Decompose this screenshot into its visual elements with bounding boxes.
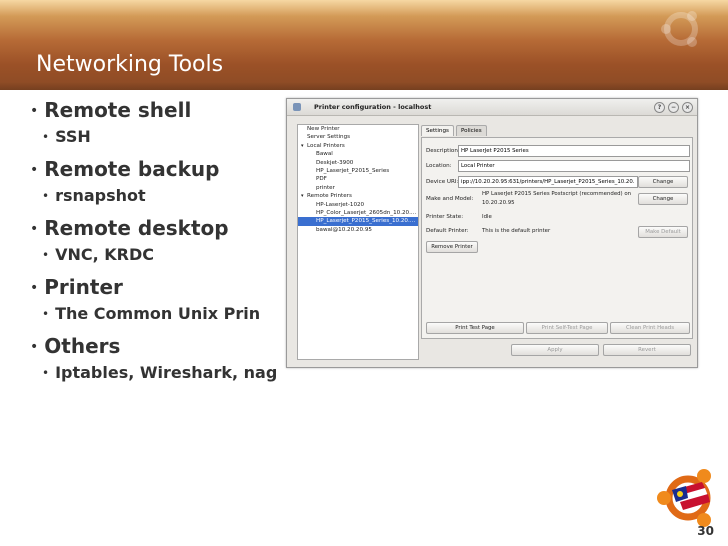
change-model-button[interactable]: Change <box>638 193 688 205</box>
sub-bullet-item: • VNC, KRDC <box>42 245 154 264</box>
revert-button[interactable]: Revert <box>603 344 691 356</box>
tree-item[interactable]: PDF <box>298 175 418 183</box>
device-uri-label: Device URI: <box>426 179 459 185</box>
change-uri-button[interactable]: Change <box>638 176 688 188</box>
device-uri-field[interactable]: ipp://10.20.20.95:631/printers/HP_Laserj… <box>458 176 638 188</box>
help-icon[interactable]: ? <box>654 102 665 113</box>
settings-pane: Description: HP LaserJet P2015 Series Lo… <box>421 137 693 339</box>
expand-arrow-icon[interactable]: ▾ <box>301 192 304 200</box>
clean-print-heads-button[interactable]: Clean Print Heads <box>610 322 690 334</box>
tab-policies[interactable]: Policies <box>455 125 487 136</box>
tree-item[interactable]: HP-Laserjet-1020 <box>298 201 418 209</box>
tree-item[interactable]: Deskjet-3900 <box>298 159 418 167</box>
tab-settings[interactable]: Settings <box>421 125 454 136</box>
tree-item[interactable]: New Printer <box>298 125 418 133</box>
description-label: Description: <box>426 148 460 154</box>
ubuntu-logo-icon <box>661 11 698 47</box>
slide-title: Networking Tools <box>36 52 224 77</box>
sub-bullet-item: • SSH <box>42 127 91 146</box>
bullet-item: • Others <box>30 334 121 358</box>
bullet-item: • Remote desktop <box>30 216 229 240</box>
window-icon <box>293 103 301 111</box>
bullet-list: • Remote shell • SSH • Remote backup • rsnap… <box>30 96 310 391</box>
malaysia-ubuntu-logo-icon <box>657 469 711 527</box>
minimize-icon[interactable]: − <box>668 102 679 113</box>
make-model-label: Make and Model: <box>426 196 474 202</box>
close-icon[interactable]: × <box>682 102 693 113</box>
remove-printer-button[interactable]: Remove Printer <box>426 241 478 253</box>
tree-item[interactable]: ▾ Local Printers <box>298 142 418 150</box>
slide-header: Networking Tools <box>0 0 728 90</box>
window-title: Printer configuration - localhost <box>314 103 432 111</box>
default-printer-label: Default Printer: <box>426 228 469 234</box>
print-test-page-button[interactable]: Print Test Page <box>426 322 524 334</box>
page-number: 30 <box>697 524 714 538</box>
bullet-item: • Remote shell <box>30 98 192 122</box>
print-self-test-button[interactable]: Print Self-Test Page <box>526 322 608 334</box>
printer-settings-panel: Settings Policies Description: HP LaserJ… <box>421 125 693 361</box>
bullet-item: • Printer <box>30 275 123 299</box>
sub-bullet-item: • Iptables, Wireshark, nag <box>42 363 278 382</box>
make-default-button[interactable]: Make Default <box>638 226 688 238</box>
tree-item[interactable]: HP_Color_Laserjet_2605dn_10.20.... <box>298 209 418 217</box>
sub-bullet-item: • The Common Unix Prin <box>42 304 261 323</box>
make-model-value: HP LaserJet P2015 Series Postscript (rec… <box>482 191 632 197</box>
tree-item-selected[interactable]: HP_Laserjet_P2015_Series_10.20.... <box>298 217 418 226</box>
tree-item[interactable]: Bawal <box>298 150 418 158</box>
expand-arrow-icon[interactable]: ▾ <box>301 142 304 150</box>
tree-item[interactable]: Server Settings <box>298 133 418 141</box>
location-label: Location: <box>426 163 452 169</box>
tree-item[interactable]: bawal@10.20.20.95 <box>298 226 418 234</box>
sub-bullet-item: • rsnapshot <box>42 186 146 205</box>
tree-item[interactable]: HP_Laserjet_P2015_Series <box>298 167 418 175</box>
tree-item[interactable]: ▾ Remote Printers <box>298 192 418 200</box>
make-model-value-host: 10.20.20.95 <box>482 200 515 206</box>
printer-state-label: Printer State: <box>426 214 464 220</box>
window-titlebar: Printer configuration - localhost ? − × <box>287 99 697 116</box>
printer-config-window: Printer configuration - localhost ? − × … <box>286 98 698 368</box>
description-field[interactable]: HP LaserJet P2015 Series <box>458 145 690 157</box>
printer-tree: New Printer Server Settings ▾ Local Print… <box>297 124 419 360</box>
default-printer-value: This is the default printer <box>482 228 551 234</box>
bullet-item: • Remote backup <box>30 157 220 181</box>
apply-button[interactable]: Apply <box>511 344 599 356</box>
tree-item[interactable]: printer <box>298 184 418 192</box>
printer-state-value: Idle <box>482 214 492 220</box>
location-field[interactable]: Local Printer <box>458 160 690 172</box>
